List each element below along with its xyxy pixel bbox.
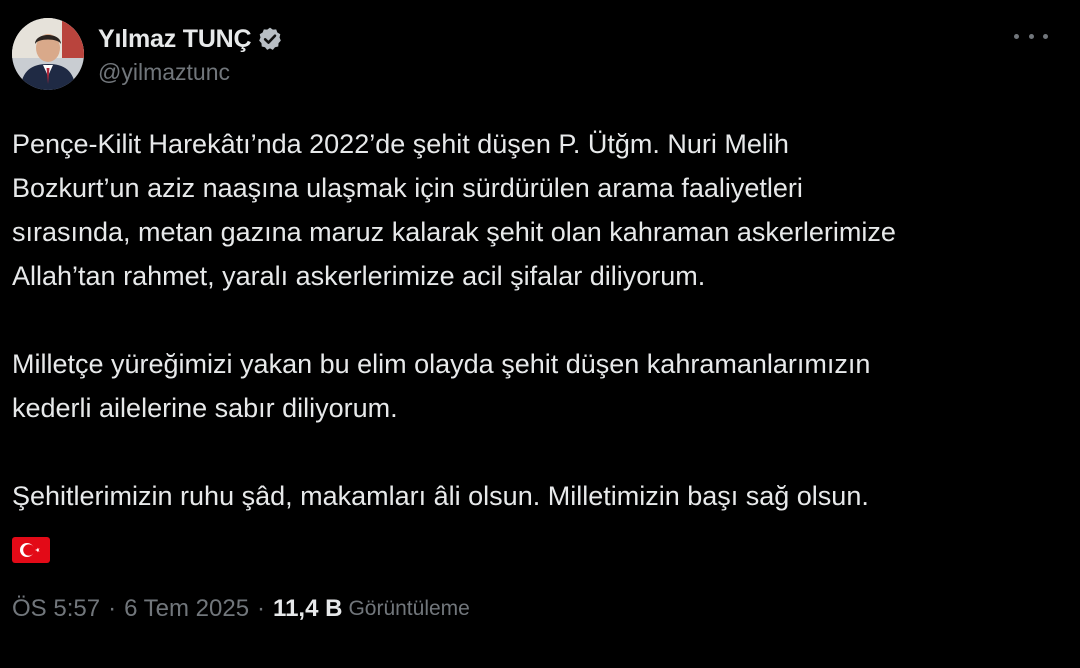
verified-badge-icon[interactable] <box>257 26 283 52</box>
more-horizontal-icon[interactable] <box>1014 26 1048 46</box>
author-display-name[interactable]: Yılmaz TUNÇ <box>98 25 252 54</box>
tweet-meta: ÖS 5:57 · 6 Tem 2025 · 11,4 B Görüntülem… <box>12 595 470 623</box>
more-dot <box>1043 33 1048 39</box>
more-dot <box>1028 33 1034 39</box>
meta-separator: · <box>108 595 117 622</box>
tweet-date[interactable]: 6 Tem 2025 <box>124 595 249 623</box>
meta-separator: · <box>257 595 266 622</box>
tweet-header: Yılmaz TUNÇ @yilmaztunc <box>12 18 283 98</box>
author-handle[interactable]: @yilmaztunc <box>98 59 283 86</box>
name-row: Yılmaz TUNÇ <box>98 22 283 56</box>
avatar[interactable] <box>12 18 84 90</box>
turkey-flag-icon <box>12 532 50 563</box>
emoji-row <box>12 518 1072 563</box>
views-label: Görüntüleme <box>348 597 470 620</box>
tweet-time[interactable]: ÖS 5:57 <box>12 595 100 623</box>
more-dot <box>1014 33 1019 39</box>
tweet-card: Yılmaz TUNÇ @yilmaztunc Pençe-Kilit Hare… <box>0 0 1080 668</box>
tweet-text: Pençe-Kilit Harekâtı’nda 2022’de şehit d… <box>12 122 1072 563</box>
tweet-paragraph-3: Şehitlerimizin ruhu şâd, makamları âli o… <box>12 481 869 511</box>
tweet-paragraph-2: Milletçe yüreğimizi yakan bu elim olayda… <box>12 349 871 423</box>
views-count[interactable]: 11,4 B <box>273 595 342 623</box>
tweet-paragraph-1: Pençe-Kilit Harekâtı’nda 2022’de şehit d… <box>12 129 896 291</box>
author-names: Yılmaz TUNÇ @yilmaztunc <box>98 22 283 86</box>
